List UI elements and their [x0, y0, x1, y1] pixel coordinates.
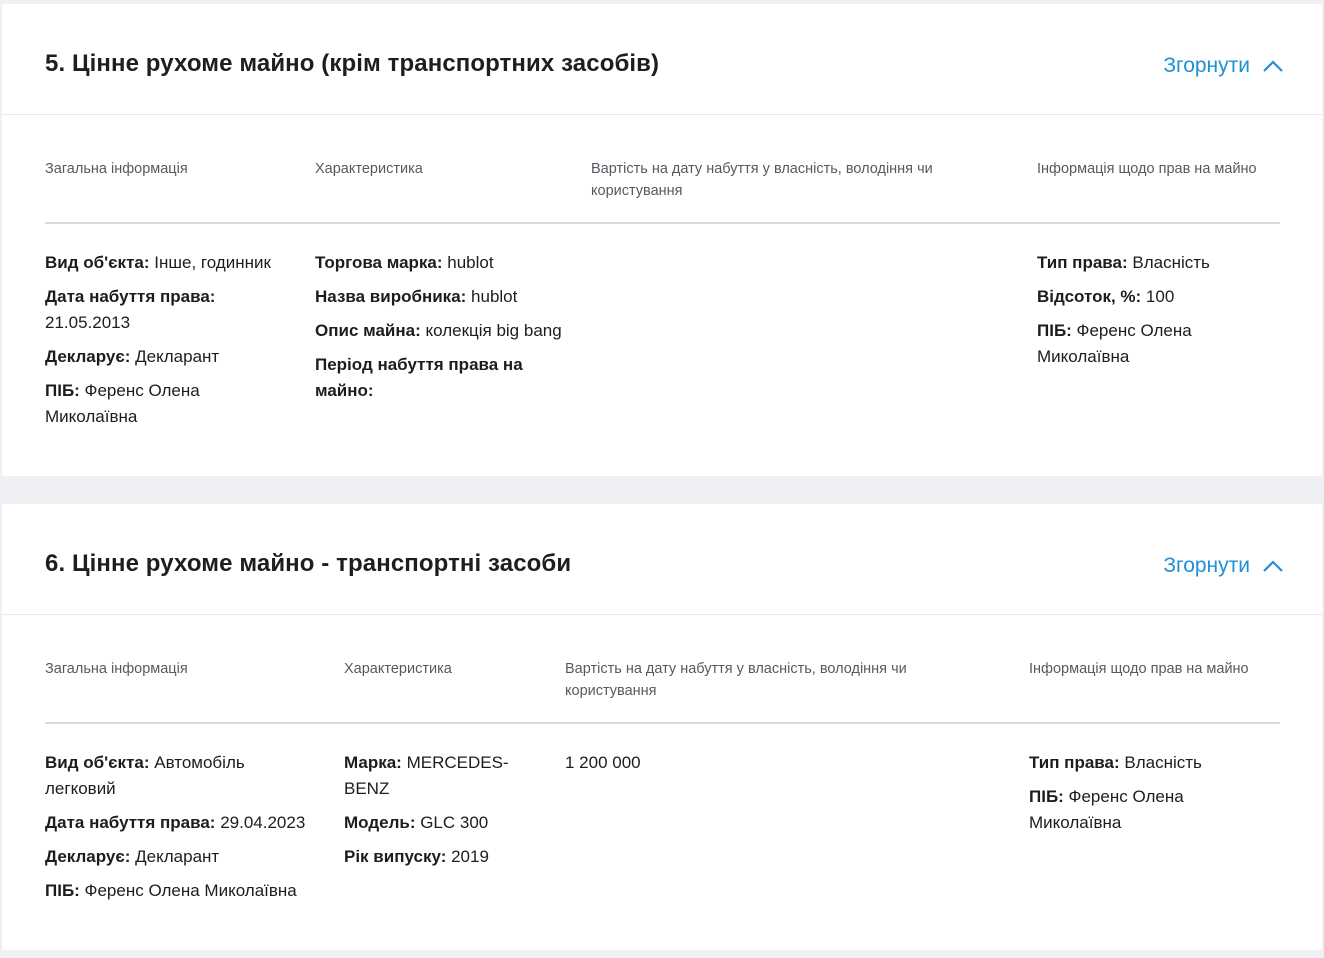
column-header-characteristics: Характеристика — [315, 161, 423, 177]
manufacturer-row: Назва виробника: hublot — [315, 287, 518, 306]
cost-cell: 1 200 000 — [565, 753, 641, 772]
general-info-cell: Вид об'єкта: Інше, годинник Дата набуття… — [45, 250, 285, 438]
owner-name-row: ПІБ: Ференс Олена Миколаївна — [45, 381, 200, 426]
right-type-row: Тип права: Власність — [1037, 253, 1210, 272]
general-info-cell: Вид об'єкта: Автомобіль легковий Дата на… — [45, 750, 315, 912]
column-header-rights: Інформація щодо прав на майно — [1029, 661, 1249, 677]
collapse-label: Згорнути — [1163, 54, 1250, 77]
declarer-row: Декларує: Декларант — [45, 347, 220, 366]
section-valuable-movable-property: 5. Цінне рухоме майно (крім транспортних… — [2, 4, 1322, 476]
section-title: 5. Цінне рухоме майно (крім транспортних… — [45, 50, 660, 77]
table-divider — [45, 722, 1280, 724]
acquisition-date-row: Дата набуття права: 21.05.2013 — [45, 287, 216, 332]
year-row: Рік випуску: 2019 — [344, 847, 489, 866]
column-header-rights: Інформація щодо прав на майно — [1037, 161, 1257, 177]
column-header-cost: Вартість на дату набуття у власність, во… — [591, 161, 933, 199]
column-header-characteristics: Характеристика — [344, 661, 452, 677]
section-vehicles: 6. Цінне рухоме майно - транспортні засо… — [2, 504, 1322, 950]
section-title: 6. Цінне рухоме майно - транспортні засо… — [45, 550, 572, 577]
collapse-label: Згорнути — [1163, 554, 1250, 577]
column-header-general: Загальна інформація — [45, 161, 188, 177]
trademark-row: Торгова марка: hublot — [315, 253, 494, 272]
percentage-row: Відсоток, %: 100 — [1037, 287, 1175, 306]
section-header: 5. Цінне рухоме майно (крім транспортних… — [2, 4, 1322, 115]
collapse-button[interactable]: Згорнути — [1163, 54, 1284, 78]
acquisition-period-row: Період набуття права на майно: — [315, 355, 523, 400]
column-header-general: Загальна інформація — [45, 661, 188, 677]
characteristics-cell: Марка: MERCEDES-BENZ Модель: GLC 300 Рік… — [344, 750, 514, 878]
table-divider — [45, 222, 1280, 224]
brand-row: Марка: MERCEDES-BENZ — [344, 753, 509, 798]
chevron-up-icon — [1263, 60, 1283, 72]
rights-cell: Тип права: Власність ПІБ: Ференс Олена М… — [1029, 750, 1229, 844]
object-type-row: Вид об'єкта: Автомобіль легковий — [45, 753, 245, 798]
collapse-button[interactable]: Згорнути — [1163, 554, 1284, 578]
description-row: Опис майна: колекція big bang — [315, 321, 562, 340]
section-header: 6. Цінне рухоме майно - транспортні засо… — [2, 504, 1322, 615]
owner-name-row: ПІБ: Ференс Олена Миколаївна — [1037, 321, 1192, 366]
acquisition-date-row: Дата набуття права: 29.04.2023 — [45, 813, 306, 832]
model-row: Модель: GLC 300 — [344, 813, 489, 832]
chevron-up-icon — [1263, 560, 1283, 572]
right-type-row: Тип права: Власність — [1029, 753, 1202, 772]
object-type-row: Вид об'єкта: Інше, годинник — [45, 253, 271, 272]
owner-name-row: ПІБ: Ференс Олена Миколаївна — [1029, 787, 1184, 832]
declarer-row: Декларує: Декларант — [45, 847, 220, 866]
owner-name-row: ПІБ: Ференс Олена Миколаївна — [45, 881, 297, 900]
rights-cell: Тип права: Власність Відсоток, %: 100 ПІ… — [1037, 250, 1237, 378]
column-header-cost: Вартість на дату набуття у власність, во… — [565, 661, 907, 699]
characteristics-cell: Торгова марка: hublot Назва виробника: h… — [315, 250, 577, 412]
